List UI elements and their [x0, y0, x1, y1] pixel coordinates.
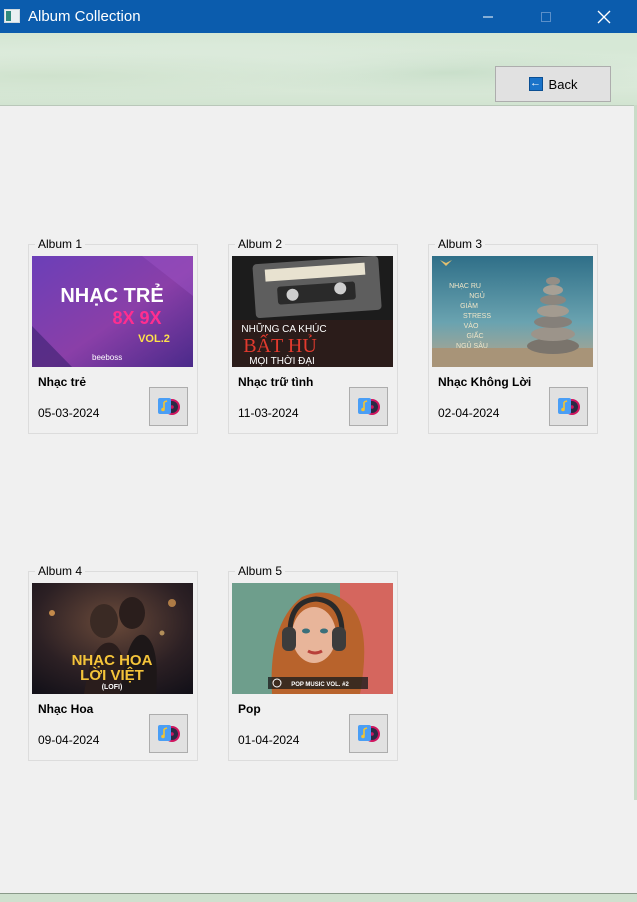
album-card-1: Album 1 NHẠC TRẺ 8X 9X VOL.2 beeboss Nhạ… — [28, 237, 198, 434]
album-date: 05-03-2024 — [38, 406, 100, 420]
music-disc-icon — [557, 397, 580, 415]
album-name: Pop — [238, 702, 261, 716]
album-name: Nhạc trẻ — [38, 375, 87, 389]
maximize-icon — [541, 11, 551, 22]
music-disc-icon — [157, 397, 180, 415]
album-caption: Album 2 — [235, 237, 286, 251]
minimize-button[interactable] — [465, 0, 511, 33]
cover-text: NHẠC RU — [449, 283, 481, 290]
album-card-4: Album 4 NHẠC HOA LỜI VIỆT (LOFI) Nhạc Ho… — [28, 564, 198, 761]
title-bar: Album Collection — [0, 0, 637, 33]
album-cover-image: NHẠC HOA LỜI VIỆT (LOFI) — [32, 583, 193, 694]
cover-text: NGỦ — [469, 291, 485, 300]
album-name: Nhạc Hoa — [38, 702, 94, 716]
cover-text: BẤT HỦ — [243, 333, 317, 357]
music-disc-icon — [357, 397, 380, 415]
minimize-icon — [483, 16, 493, 17]
back-button-label: Back — [548, 76, 578, 92]
app-icon — [4, 9, 20, 23]
album-caption: Album 5 — [235, 564, 286, 578]
album-cover[interactable]: NHẠC HOA LỜI VIỆT (LOFI) — [32, 583, 193, 694]
album-name: Nhạc Không Lời — [438, 375, 532, 389]
album-date: 01-04-2024 — [238, 733, 300, 747]
album-cover[interactable]: POP MUSIC VOL. #2 — [232, 583, 393, 694]
album-name: Nhạc trữ tình — [238, 375, 314, 389]
cover-text: LỜI VIỆT — [80, 666, 144, 684]
album-cover-image: NHẠC TRẺ 8X 9X VOL.2 beeboss — [32, 256, 193, 367]
music-disc-icon — [157, 724, 180, 742]
cover-text: POP MUSIC VOL. #2 — [291, 682, 349, 688]
album-cover[interactable]: NHẠC RU NGỦ GIẢM STRESS VÀO GIẤC NGỦ SÂU — [432, 256, 593, 367]
album-card-2: Album 2 NHỮNG CA KHÚC BẤT HỦ MỌI THỜI ĐẠ… — [228, 237, 398, 434]
album-card-5: Album 5 POP MUSIC VOL. #2 Pop 01-04-2024 — [228, 564, 398, 761]
cover-text: STRESS — [463, 313, 491, 320]
music-disc-icon — [357, 724, 380, 742]
window-title: Album Collection — [28, 8, 141, 25]
cover-text: 8X 9X — [112, 308, 161, 328]
album-date: 02-04-2024 — [438, 406, 500, 420]
close-icon — [597, 10, 611, 23]
back-button[interactable]: ← Back — [495, 66, 611, 102]
album-date: 09-04-2024 — [38, 733, 100, 747]
album-cover-image: POP MUSIC VOL. #2 — [232, 583, 393, 694]
cover-text: NHỮNG CA KHÚC — [241, 322, 326, 335]
album-caption: Album 1 — [35, 237, 86, 251]
album-caption: Album 3 — [435, 237, 486, 251]
play-album-button[interactable] — [549, 387, 588, 426]
cover-text: (LOFI) — [102, 684, 123, 691]
album-date: 11-03-2024 — [238, 406, 299, 420]
play-album-button[interactable] — [149, 387, 188, 426]
play-album-button[interactable] — [349, 387, 388, 426]
play-album-button[interactable] — [349, 714, 388, 753]
album-caption: Album 4 — [35, 564, 86, 578]
album-cover-image: NHẠC RU NGỦ GIẢM STRESS VÀO GIẤC NGỦ SÂU — [432, 256, 593, 367]
cover-text: MỌI THỜI ĐẠI — [249, 354, 315, 367]
back-arrow-icon: ← — [528, 77, 543, 91]
cover-text: VÀO — [464, 321, 479, 330]
cover-text: NHẠC TRẺ — [60, 284, 163, 307]
album-cover[interactable]: NHỮNG CA KHÚC BẤT HỦ MỌI THỜI ĐẠI — [232, 256, 393, 367]
album-cover[interactable]: NHẠC TRẺ 8X 9X VOL.2 beeboss — [32, 256, 193, 367]
close-button[interactable] — [581, 0, 627, 33]
cover-text: VOL.2 — [138, 333, 170, 345]
cover-text: NGỦ SÂU — [456, 341, 488, 350]
play-album-button[interactable] — [149, 714, 188, 753]
album-cover-image: NHỮNG CA KHÚC BẤT HỦ MỌI THỜI ĐẠI — [232, 256, 393, 367]
cover-brand: beeboss — [92, 353, 122, 362]
cover-text: GIẢM — [460, 301, 478, 310]
album-card-3: Album 3 NHẠC RU NGỦ GIẢM STRESS VÀO GIẤC… — [428, 237, 598, 434]
maximize-button[interactable] — [523, 0, 569, 33]
